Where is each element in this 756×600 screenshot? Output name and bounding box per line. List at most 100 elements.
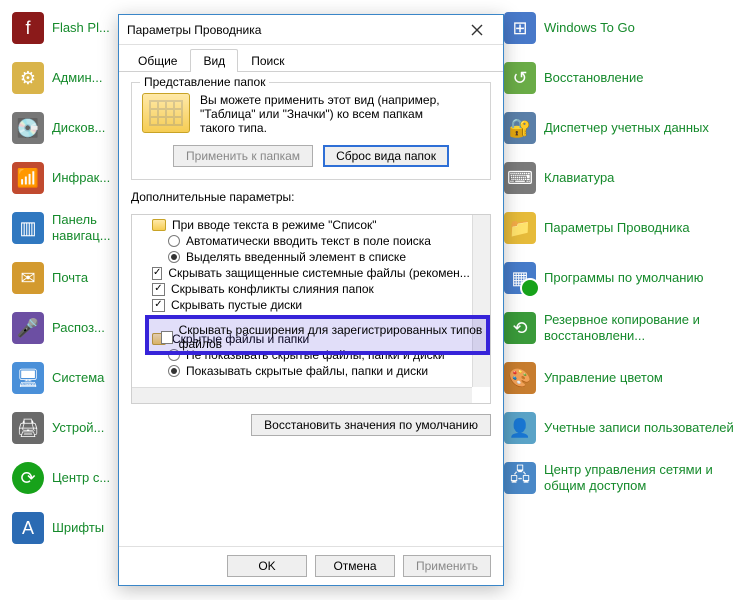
- advanced-settings-list: При вводе текста в режиме "Список" Автом…: [131, 214, 491, 404]
- tab-search[interactable]: Поиск: [238, 49, 297, 72]
- system-icon: 🖥: [12, 362, 44, 394]
- option-select-typed[interactable]: Выделять введенный элемент в списке: [138, 249, 466, 265]
- close-button[interactable]: [459, 18, 495, 42]
- folder-icon: [152, 219, 166, 231]
- tree-label: Скрывать пустые диски: [171, 298, 302, 312]
- cp-item-label: Админ...: [52, 70, 102, 86]
- cp-item-backup[interactable]: ⟲ Резервное копирование и восстановлени..…: [504, 312, 744, 344]
- devices-icon: 🖨: [12, 412, 44, 444]
- recovery-icon: ↺: [504, 62, 536, 94]
- user-accounts-icon: 👤: [504, 412, 536, 444]
- default-programs-icon: ▦: [504, 262, 536, 294]
- cp-item-infrared[interactable]: 📶Инфрак...: [12, 162, 132, 194]
- cp-item-speech[interactable]: 🎤Распоз...: [12, 312, 132, 344]
- option-hide-extensions[interactable]: Скрывать расширения для зарегистрированн…: [161, 323, 485, 351]
- sync-icon: ⟳: [12, 462, 44, 494]
- cp-item-disk[interactable]: 💽 Дисков...: [12, 112, 132, 144]
- network-sharing-icon: 🖧: [504, 462, 536, 494]
- cp-item-flash[interactable]: f Flash Pl...: [12, 12, 132, 44]
- folder-options-dialog: Параметры Проводника Общие Вид Поиск Пре…: [118, 14, 504, 586]
- cp-item-sync[interactable]: ⟳ Центр с...: [12, 462, 132, 494]
- checkbox-icon: [152, 267, 162, 280]
- cp-item-label: Шрифты: [52, 520, 104, 536]
- tree-label: При вводе текста в режиме "Список": [172, 218, 377, 232]
- cp-item-label: Система: [52, 370, 104, 386]
- cp-item-wintogo[interactable]: ⊞ Windows To Go: [504, 12, 744, 44]
- cp-item-recovery[interactable]: ↺ Восстановление: [504, 62, 744, 94]
- apply-button[interactable]: Применить: [403, 555, 491, 577]
- radio-icon: [168, 251, 180, 263]
- color-management-icon: 🎨: [504, 362, 536, 394]
- option-hide-empty[interactable]: Скрывать пустые диски: [138, 297, 466, 313]
- restore-defaults-button[interactable]: Восстановить значения по умолчанию: [251, 414, 491, 436]
- cp-item-color[interactable]: 🎨Управление цветом: [504, 362, 744, 394]
- ok-button[interactable]: OK: [227, 555, 307, 577]
- option-hide-protected[interactable]: Скрывать защищенные системные файлы (рек…: [138, 265, 466, 281]
- tree-label: Автоматически вводить текст в поле поиск…: [186, 234, 431, 248]
- control-panel-left-column: f Flash Pl... ⚙ Админ... 💽 Дисков... 📶Инфра…: [12, 12, 132, 588]
- vertical-scrollbar[interactable]: [472, 215, 490, 387]
- reset-folders-button[interactable]: Сброс вида папок: [323, 145, 449, 167]
- disk-icon: 💽: [12, 112, 44, 144]
- radio-icon: [168, 235, 180, 247]
- cp-item-navbar[interactable]: ▥Панель навигац...: [12, 212, 132, 244]
- group-title: Представление папок: [140, 75, 269, 89]
- admin-tools-icon: ⚙: [12, 62, 44, 94]
- checkbox-icon: [152, 283, 165, 296]
- windows-to-go-icon: ⊞: [504, 12, 536, 44]
- cp-item-explorer-options[interactable]: 📁 Параметры Проводника: [504, 212, 744, 244]
- cp-item-label: Flash Pl...: [52, 20, 110, 36]
- cp-item-credmgr[interactable]: 🔐 Диспетчер учетных данных: [504, 112, 744, 144]
- dialog-footer: OK Отмена Применить: [119, 546, 503, 585]
- cp-item-label: Центр управления сетями и общим доступом: [544, 462, 744, 493]
- titlebar[interactable]: Параметры Проводника: [119, 15, 503, 45]
- cp-item-label: Резервное копирование и восстановлени...: [544, 312, 744, 343]
- option-hide-merge[interactable]: Скрывать конфликты слияния папок: [138, 281, 466, 297]
- horizontal-scrollbar[interactable]: [132, 387, 472, 403]
- cp-item-label: Учетные записи пользователей: [544, 420, 734, 436]
- cp-item-label: Дисков...: [52, 120, 105, 136]
- cp-item-label: Восстановление: [544, 70, 643, 86]
- cp-item-label: Диспетчер учетных данных: [544, 120, 709, 136]
- option-hidden-yes[interactable]: Показывать скрытые файлы, папки и диски: [138, 363, 466, 379]
- cp-item-fonts[interactable]: A Шрифты: [12, 512, 132, 544]
- cp-item-label: Параметры Проводника: [544, 220, 690, 236]
- credential-manager-icon: 🔐: [504, 112, 536, 144]
- cp-item-label: Распоз...: [52, 320, 105, 336]
- tree-label: Показывать скрытые файлы, папки и диски: [186, 364, 428, 378]
- cp-item-default-programs[interactable]: ▦Программы по умолчанию: [504, 262, 744, 294]
- cp-item-users[interactable]: 👤 Учетные записи пользователей: [504, 412, 744, 444]
- tree-header-typing: При вводе текста в режиме "Список": [138, 217, 466, 233]
- cp-item-system[interactable]: 🖥 Система: [12, 362, 132, 394]
- tab-view[interactable]: Вид: [190, 49, 238, 72]
- control-panel-right-column: ⊞ Windows To Go ↺ Восстановление 🔐 Диспетче…: [504, 12, 744, 588]
- taskbar-icon: ▥: [12, 212, 44, 244]
- apply-to-folders-button[interactable]: Применить к папкам: [173, 145, 313, 167]
- dialog-title: Параметры Проводника: [127, 23, 261, 37]
- cp-item-label: Клавиатура: [544, 170, 614, 186]
- cp-item-devices[interactable]: 🖨 Устрой...: [12, 412, 132, 444]
- cp-item-keyboard[interactable]: ⌨Клавиатура: [504, 162, 744, 194]
- tree-label: Выделять введенный элемент в списке: [186, 250, 406, 264]
- cp-item-admin[interactable]: ⚙ Админ...: [12, 62, 132, 94]
- backup-icon: ⟲: [504, 312, 536, 344]
- cp-item-label: Устрой...: [52, 420, 104, 436]
- flash-icon: f: [12, 12, 44, 44]
- cp-item-label: Инфрак...: [52, 170, 110, 186]
- advanced-settings-label: Дополнительные параметры:: [131, 190, 491, 204]
- option-auto-type[interactable]: Автоматически вводить текст в поле поиск…: [138, 233, 466, 249]
- tree-label: Скрывать конфликты слияния папок: [171, 282, 374, 296]
- fonts-icon: A: [12, 512, 44, 544]
- close-icon: [471, 24, 483, 36]
- cp-item-label: Центр с...: [52, 470, 110, 486]
- tab-general[interactable]: Общие: [125, 49, 190, 72]
- tab-strip: Общие Вид Поиск: [119, 45, 503, 72]
- cp-item-network[interactable]: 🖧 Центр управления сетями и общим доступо…: [504, 462, 744, 494]
- checkbox-icon: [152, 299, 165, 312]
- cp-item-label: Почта: [52, 270, 88, 286]
- cp-item-mail[interactable]: ✉Почта: [12, 262, 132, 294]
- folder-icon: [142, 93, 190, 133]
- folder-options-icon: 📁: [504, 212, 536, 244]
- cancel-button[interactable]: Отмена: [315, 555, 395, 577]
- cp-item-label: Windows To Go: [544, 20, 635, 36]
